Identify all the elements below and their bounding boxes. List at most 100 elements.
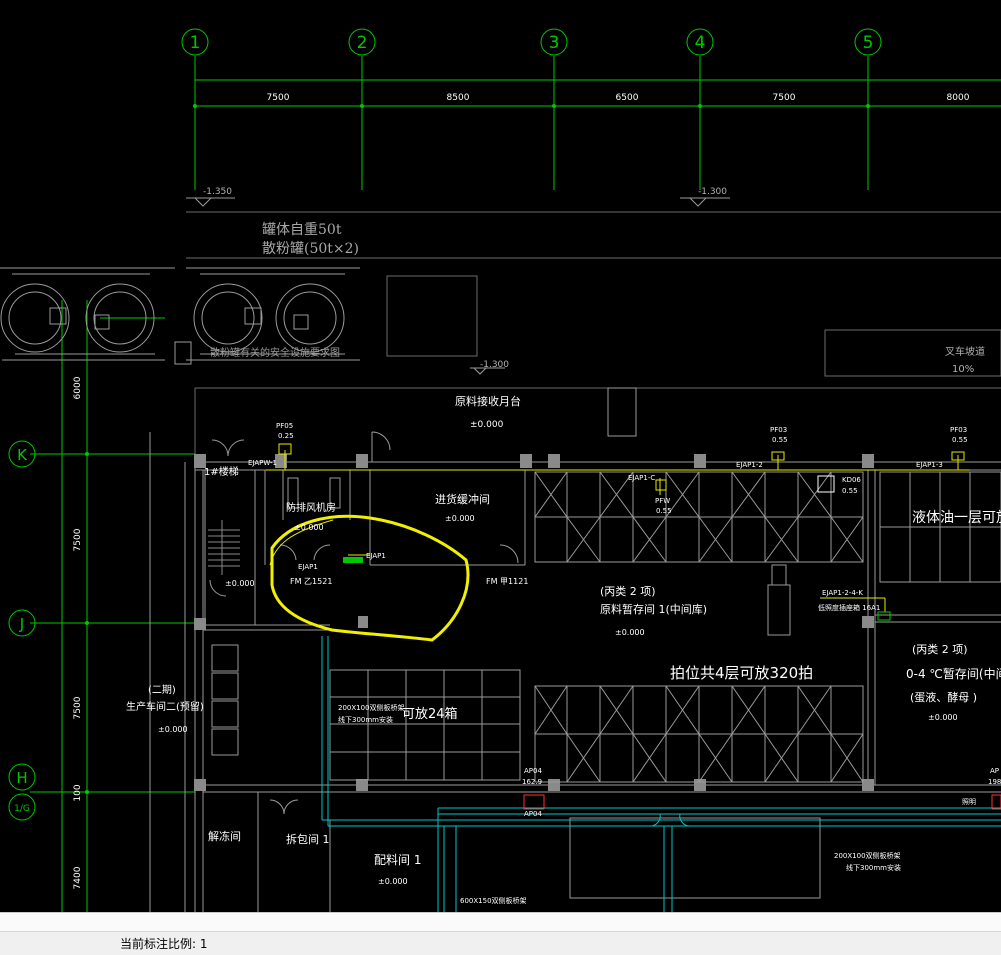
tag-kd06v: 0.55 — [842, 487, 858, 495]
room-fanroom: 防排风机房 — [286, 501, 336, 514]
axis-bubble-2: 2 — [348, 28, 376, 56]
room-buffer: 进货缓冲间 — [435, 492, 490, 506]
axis-bubble-H: H — [8, 763, 36, 791]
axis-grid — [30, 56, 1001, 912]
dim-text: 100 — [73, 784, 83, 801]
tag-duct2b: 线下300mm安装 — [846, 863, 901, 872]
tag-pf05: PF05 — [276, 422, 293, 430]
tag-ejap1: EJAP1 — [366, 552, 386, 560]
tag-pf03v: 0.55 — [772, 436, 788, 444]
room-prod2: 生产车间二(预留) — [126, 700, 204, 713]
annotation-scale-label: 当前标注比例: 1 — [120, 937, 208, 951]
room-fanroom-el: ±0.000 — [294, 523, 324, 532]
room-receiving-el: ±0.000 — [470, 420, 504, 430]
level-text: -1.300 — [698, 187, 727, 197]
tag-lighting: 低照度插座箱 16A1 — [818, 603, 880, 612]
dim-text: 8500 — [447, 93, 470, 103]
axis-label: H — [16, 769, 27, 787]
yellow-devices — [278, 443, 965, 491]
dim-text: 8000 — [947, 93, 970, 103]
tank-caption: 散粉罐有关的安全设施要求图 — [210, 346, 340, 359]
level-text: -1.350 — [203, 187, 232, 197]
room-zone04-a: (丙类 2 项) — [912, 642, 968, 656]
forklift — [767, 564, 791, 636]
dim-text: 7500 — [73, 528, 83, 551]
dim-text: 7500 — [267, 93, 290, 103]
tag-duct2: 200X100双侧板桥架 — [834, 851, 901, 860]
tank-weight-note: 罐体自重50t — [262, 222, 342, 238]
tag-duct1b: 线下300mm安装 — [338, 715, 393, 724]
pallet-racks-upper — [534, 471, 864, 563]
tag-light: 照明 — [962, 798, 976, 806]
tag-ejap6: EJAP1-C — [628, 474, 655, 482]
axis-label: 2 — [357, 33, 368, 53]
axis-label: 1/G — [14, 804, 30, 814]
room-prod: (二期) — [148, 684, 176, 696]
tag-duct1: 200X100双侧板桥架 — [338, 703, 405, 712]
room-raw-store2: 原料暂存间 1(中间库) — [600, 602, 707, 616]
tag-ejapw: EJAPW-1 — [248, 459, 277, 467]
tag-pf03: PF03 — [770, 426, 787, 434]
pallet-racks-lower — [534, 685, 864, 783]
axis-bubble-1G: 1/G — [8, 793, 36, 821]
tank-silo-note: 散粉罐(50t×2) — [262, 241, 359, 257]
tag-pfw: PFW — [655, 497, 670, 505]
axis-label: J — [19, 615, 24, 633]
dim-text: 7400 — [73, 866, 83, 889]
room-stair: 1#楼梯 — [204, 465, 239, 478]
axis-label: 1 — [190, 33, 201, 53]
status-bar: 当前标注比例: 1 — [0, 912, 1001, 955]
axis-label: 5 — [863, 33, 874, 53]
floor-plan-drawing[interactable]: 1 2 3 4 5 K J H 1/G 7500 8500 6500 7500 … — [0, 0, 1001, 912]
tag-ejap4: EJAP1-3 — [916, 461, 943, 469]
tag-ap05v: 198 — [988, 778, 1001, 786]
room-stair-el: ±0.000 — [225, 579, 255, 588]
tag-ejap2: EJAP1 — [298, 563, 318, 571]
left-dimensions: 6000 7500 7500 100 7400 — [73, 376, 83, 889]
tag-pf03b: PF03 — [950, 426, 967, 434]
room-box: 可放24箱 — [402, 706, 458, 722]
room-raw-store-el: ±0.000 — [615, 628, 645, 637]
axis-label: 3 — [549, 33, 560, 53]
tag-duct3: 600X150双侧板桥架 — [460, 896, 527, 905]
tag-pf03bv: 0.55 — [952, 436, 968, 444]
tag-fm1: FM 乙1521 — [290, 577, 332, 586]
ramp-label: 叉车坡道 — [945, 345, 985, 358]
room-unpack: 拆包间 1 — [286, 832, 330, 846]
box-grid — [211, 644, 521, 781]
ap05-panel — [991, 794, 1001, 810]
dim-text: 6000 — [73, 376, 83, 399]
tag-ap04b: AP04 — [524, 810, 542, 818]
axis-bubble-1: 1 — [181, 28, 209, 56]
cad-drawing-canvas[interactable]: 1 2 3 4 5 K J H 1/G 7500 8500 6500 7500 … — [0, 0, 1001, 912]
dim-text: 7500 — [773, 93, 796, 103]
room-raw-store: (丙类 2 项) — [600, 584, 656, 598]
axis-label: K — [17, 446, 28, 464]
room-batching-el: ±0.000 — [378, 877, 408, 886]
tag-pf05v: 0.25 — [278, 432, 294, 440]
ramp-slope: 10% — [952, 364, 974, 375]
room-receiving: 原料接收月台 — [455, 394, 521, 408]
green-device — [343, 557, 363, 563]
room-zone04-c: (蛋液、酵母 ) — [910, 690, 977, 704]
room-batching: 配料间 1 — [374, 853, 421, 867]
ap04-panel — [523, 794, 545, 810]
room-drum: 液体油一层可放 — [912, 510, 1001, 526]
axis-bubble-3: 3 — [540, 28, 568, 56]
room-prod-el: ±0.000 — [158, 725, 188, 734]
room-coldroom: 解冻间 — [208, 829, 241, 843]
tag-ejap3: EJAP1-2 — [736, 461, 763, 469]
tag-kd06: KD06 — [842, 476, 861, 484]
top-dimensions: 7500 8500 6500 7500 8000 — [267, 93, 970, 103]
axis-bubble-5: 5 — [854, 28, 882, 56]
drum-rack — [879, 471, 1001, 583]
room-zone04-b: 0-4 ℃暂存间(中间 — [906, 666, 1001, 681]
axis-label: 4 — [695, 33, 706, 53]
status-strip — [0, 913, 1001, 932]
tag-ap05: AP — [990, 767, 999, 775]
stair — [208, 520, 240, 575]
axis-bubble-4: 4 — [686, 28, 714, 56]
tag-ap04: AP04 — [524, 767, 542, 775]
dim-text: 7500 — [73, 696, 83, 719]
room-pallet: 拍位共4层可放320拍 — [670, 664, 813, 682]
